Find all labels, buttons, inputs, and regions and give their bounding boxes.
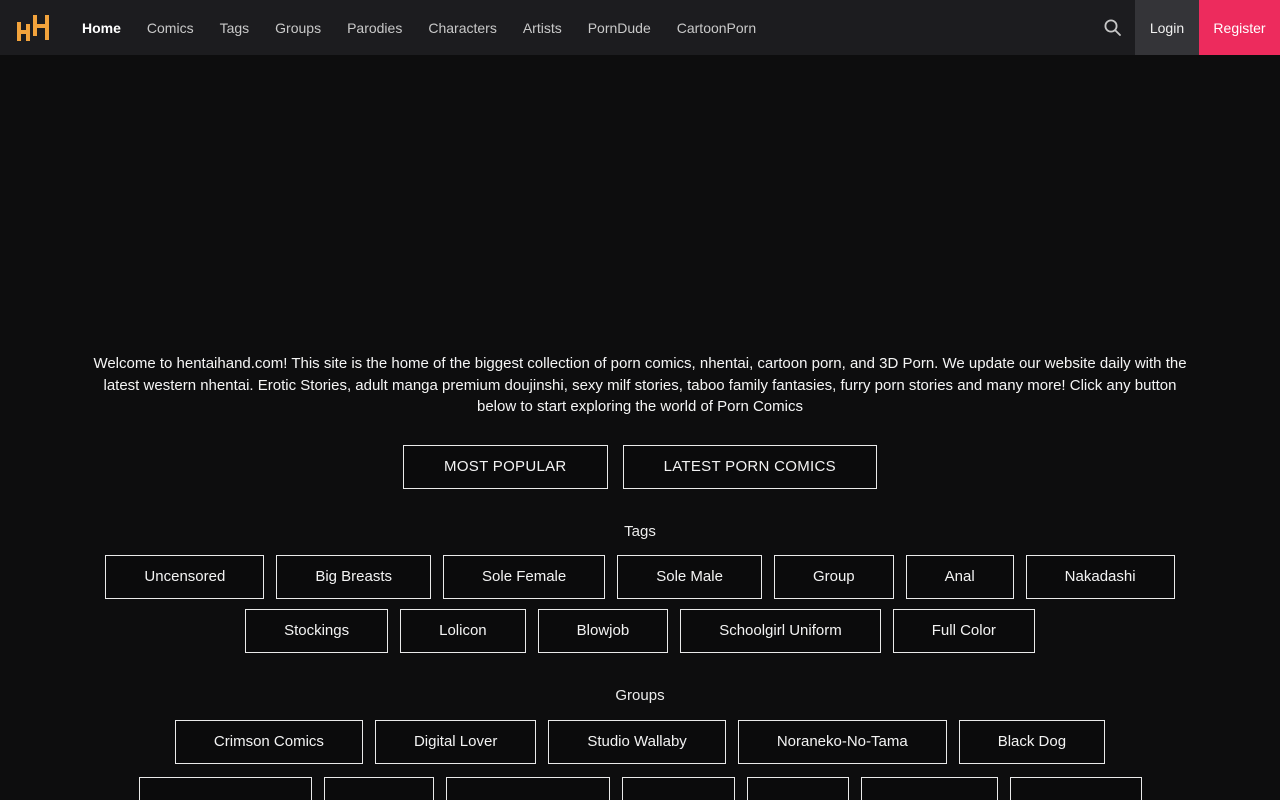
search-icon xyxy=(1104,19,1121,36)
cta-row: MOST POPULAR LATEST PORN COMICS xyxy=(0,444,1280,489)
group-button-truncated[interactable] xyxy=(323,776,434,800)
groups-row-1: Crimson Comics Digital Lover Studio Wall… xyxy=(0,719,1280,764)
tag-button-stockings[interactable]: Stockings xyxy=(245,608,389,653)
main-content: Welcome to hentaihand.com! This site is … xyxy=(0,353,1280,800)
tags-row-1: Uncensored Big Breasts Sole Female Sole … xyxy=(0,554,1280,599)
tag-button-sole-female[interactable]: Sole Female xyxy=(443,554,606,599)
tag-button-lolicon[interactable]: Lolicon xyxy=(400,608,526,653)
search-button[interactable] xyxy=(1089,0,1135,55)
nav-item-characters[interactable]: Characters xyxy=(428,20,496,36)
group-button-truncated[interactable] xyxy=(1009,776,1142,800)
group-button-truncated[interactable] xyxy=(445,776,610,800)
nav-item-artists[interactable]: Artists xyxy=(523,20,562,36)
tag-button-full-color[interactable]: Full Color xyxy=(892,608,1035,653)
logo-hh-icon xyxy=(17,14,49,41)
nav-item-porndude[interactable]: PornDude xyxy=(588,20,651,36)
tag-button-group[interactable]: Group xyxy=(773,554,894,599)
tag-button-big-breasts[interactable]: Big Breasts xyxy=(276,554,432,599)
top-nav: Home Comics Tags Groups Parodies Charact… xyxy=(0,0,1280,55)
group-button-truncated[interactable] xyxy=(138,776,312,800)
tag-button-anal[interactable]: Anal xyxy=(905,554,1014,599)
site-logo[interactable] xyxy=(0,0,66,55)
group-button-crimson-comics[interactable]: Crimson Comics xyxy=(174,719,363,764)
nav-item-parodies[interactable]: Parodies xyxy=(347,20,402,36)
nav-links: Home Comics Tags Groups Parodies Charact… xyxy=(66,0,756,55)
tag-button-uncensored[interactable]: Uncensored xyxy=(105,554,265,599)
nav-item-comics[interactable]: Comics xyxy=(147,20,194,36)
tag-button-sole-male[interactable]: Sole Male xyxy=(617,554,762,599)
register-button[interactable]: Register xyxy=(1199,0,1280,55)
latest-porn-comics-button[interactable]: LATEST PORN COMICS xyxy=(622,444,877,489)
nav-item-cartoonporn[interactable]: CartoonPorn xyxy=(677,20,756,36)
tags-heading: Tags xyxy=(624,522,656,540)
group-button-digital-lover[interactable]: Digital Lover xyxy=(374,719,537,764)
group-button-truncated[interactable] xyxy=(746,776,849,800)
groups-heading: Groups xyxy=(615,686,665,704)
nav-item-tags[interactable]: Tags xyxy=(220,20,250,36)
group-button-noraneko-no-tama[interactable]: Noraneko-No-Tama xyxy=(737,719,947,764)
tag-button-blowjob[interactable]: Blowjob xyxy=(537,608,669,653)
tag-button-nakadashi[interactable]: Nakadashi xyxy=(1025,554,1175,599)
login-button[interactable]: Login xyxy=(1135,0,1199,55)
nav-item-groups[interactable]: Groups xyxy=(275,20,321,36)
group-button-studio-wallaby[interactable]: Studio Wallaby xyxy=(548,719,726,764)
welcome-text: Welcome to hentaihand.com! This site is … xyxy=(93,355,1187,415)
groups-row-2-truncated xyxy=(0,776,1280,800)
group-button-black-dog[interactable]: Black Dog xyxy=(958,719,1106,764)
group-button-truncated[interactable] xyxy=(860,776,998,800)
most-popular-button[interactable]: MOST POPULAR xyxy=(403,444,608,489)
nav-item-home[interactable]: Home xyxy=(82,20,121,36)
tag-button-schoolgirl-uniform[interactable]: Schoolgirl Uniform xyxy=(680,608,881,653)
tags-row-2: Stockings Lolicon Blowjob Schoolgirl Uni… xyxy=(0,608,1280,653)
group-button-truncated[interactable] xyxy=(621,776,735,800)
